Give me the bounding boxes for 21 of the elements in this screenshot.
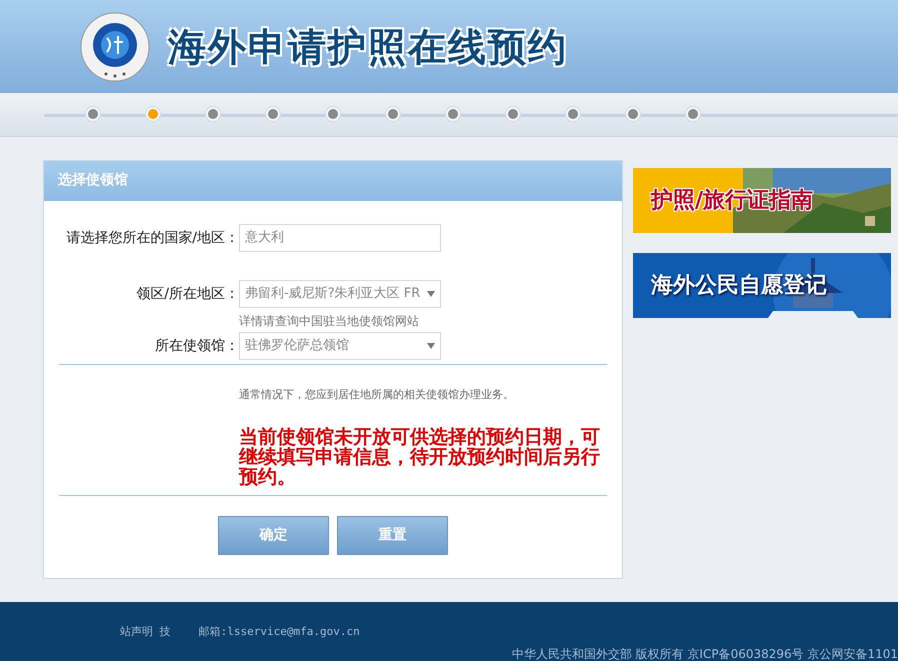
emblem-logo — [80, 12, 150, 82]
footer-text: 邮箱:lsservice@mfa.gov.cn — [198, 625, 360, 638]
reset-button[interactable]: 重置 — [337, 516, 448, 554]
caret-icon — [427, 291, 435, 297]
select-field[interactable]: 驻佛罗伦萨总领馆 — [239, 332, 441, 360]
banner-title: 海外公民自愿登记 — [651, 272, 827, 300]
field-label: 所在使领馆： — [154, 336, 239, 356]
select-field[interactable]: 弗留利-威尼斯?朱利亚大区 FR — [239, 280, 441, 308]
field-label: 请选择您所在的国家/地区： — [65, 228, 239, 248]
panel-header: 选择使领馆 — [44, 161, 622, 201]
banner-link[interactable]: 海外公民自愿登记 — [633, 253, 891, 318]
page-title: 海外申请护照在线预约 — [168, 23, 568, 71]
hint-text: 详情请查询中国驻当地使领馆网站 — [238, 313, 420, 330]
field-label: 领区/所在地区： — [135, 284, 239, 304]
note-text: 通常情况下，您应到居住地所属的相关使领馆办理业务。 — [239, 388, 514, 401]
input-field[interactable]: 意大利 — [239, 224, 441, 252]
footer-text: 站声明 技 — [120, 625, 171, 638]
warning-text: 当前使领馆未开放可供选择的预约日期，可继续填写申请信息，待开放预约时间后另行预约。 — [239, 426, 601, 486]
caret-icon — [427, 343, 435, 349]
confirm-button[interactable]: 确定 — [218, 516, 329, 554]
footer-copyright: 中华人民共和国外交部 版权所有 京ICP备06038296号 京公网安备1101 — [512, 646, 898, 661]
